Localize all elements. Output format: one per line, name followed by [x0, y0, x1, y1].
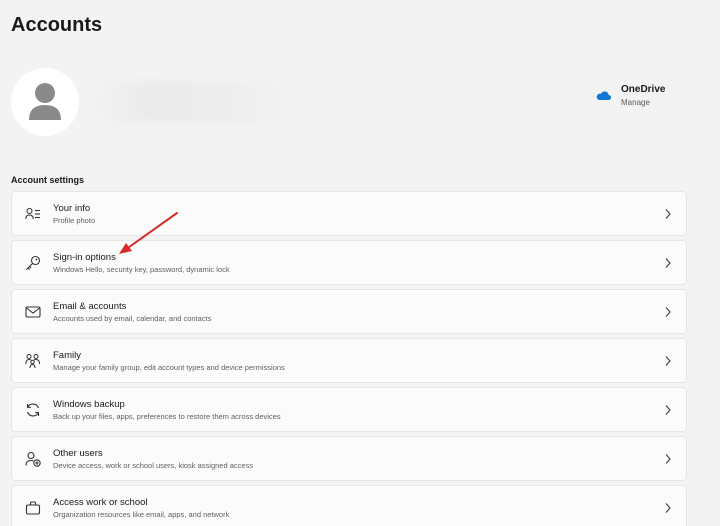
- sync-icon: [26, 403, 40, 417]
- key-icon: [26, 255, 41, 270]
- windows-backup-item[interactable]: Windows backup Back up your files, apps,…: [11, 387, 687, 432]
- page-title: Accounts: [11, 14, 103, 36]
- avatar[interactable]: [11, 68, 79, 136]
- item-title: Other users: [53, 448, 103, 459]
- onedrive-manage[interactable]: Manage: [621, 98, 665, 107]
- onedrive-title: OneDrive: [621, 84, 666, 95]
- email-accounts-item[interactable]: Email & accounts Accounts used by email,…: [11, 289, 687, 334]
- item-title: Email & accounts: [53, 301, 127, 312]
- cloud-icon: [596, 91, 611, 100]
- item-title: Sign-in options: [53, 252, 116, 263]
- item-subtitle: Profile photo: [53, 216, 96, 225]
- chevron-right-icon: [665, 405, 671, 415]
- item-subtitle: Windows Hello, security key, password, d…: [53, 265, 230, 274]
- mail-icon: [25, 306, 41, 318]
- family-item[interactable]: Family Manage your family group, edit ac…: [11, 338, 687, 383]
- person-icon: [29, 83, 61, 120]
- blurred-account-name: [91, 82, 291, 122]
- access-work-school-item[interactable]: Access work or school Organization resou…: [11, 485, 687, 526]
- chevron-right-icon: [665, 258, 671, 268]
- accounts-page: Accounts OneDrive Manage Account setting…: [0, 0, 720, 526]
- chevron-right-icon: [665, 454, 671, 464]
- chevron-right-icon: [665, 307, 671, 317]
- chevron-right-icon: [665, 356, 671, 366]
- briefcase-icon: [25, 501, 41, 515]
- chevron-right-icon: [665, 209, 671, 219]
- other-users-item[interactable]: Other users Device access, work or schoo…: [11, 436, 687, 481]
- your-info-item[interactable]: Your info Profile photo: [11, 191, 687, 236]
- item-subtitle: Accounts used by email, calendar, and co…: [53, 314, 212, 323]
- account-settings-list: Your info Profile photo Sign-in options …: [11, 191, 687, 526]
- profile-header: [11, 68, 311, 136]
- family-icon: [25, 354, 40, 369]
- item-subtitle: Device access, work or school users, kio…: [53, 461, 254, 470]
- item-title: Access work or school: [53, 497, 148, 508]
- item-subtitle: Back up your files, apps, preferences to…: [53, 412, 281, 421]
- item-subtitle: Manage your family group, edit account t…: [53, 363, 285, 372]
- add-user-icon: [25, 451, 41, 467]
- person-info-icon: [25, 207, 40, 220]
- section-label: Account settings: [11, 175, 85, 185]
- item-title: Windows backup: [53, 399, 125, 410]
- chevron-right-icon: [665, 503, 671, 513]
- item-subtitle: Organization resources like email, apps,…: [53, 510, 230, 519]
- item-title: Family: [53, 350, 81, 361]
- item-title: Your info: [53, 203, 91, 214]
- onedrive-link[interactable]: OneDrive Manage: [596, 83, 665, 107]
- sign-in-options-item[interactable]: Sign-in options Windows Hello, security …: [11, 240, 687, 285]
- onedrive-text: OneDrive Manage: [621, 83, 665, 107]
